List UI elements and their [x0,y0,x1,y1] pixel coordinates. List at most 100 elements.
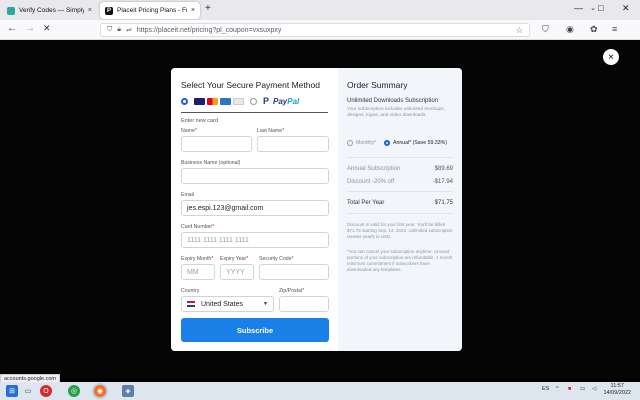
paypal-logo-icon: P [263,96,270,106]
pocket-icon[interactable]: ⛉ [542,24,549,35]
language-indicator[interactable]: ES [542,386,549,392]
country-label: Country [181,288,200,294]
tray-app-icon[interactable]: ■ [568,386,571,392]
permissions-icon[interactable]: ⇌ [126,26,132,34]
order-summary-panel: Order Summary Unlimited Downloads Subscr… [338,68,462,351]
paypal-pal: Pal [287,96,300,106]
window-close-button[interactable]: ✕ [622,3,630,14]
tab-placeit[interactable]: P Placeit Pricing Plans - Free Temp × [100,2,200,19]
total-value: $71.75 [434,200,453,206]
divider [347,213,453,214]
expiry-month-label-text: Expiry Month [181,256,212,262]
amex-icon [220,97,231,105]
card-number-label: Card Number* [181,224,214,230]
annual-subscription-row: Annual Subscription $89.69 [347,166,453,172]
tab-label: Placeit Pricing Plans - Free Temp [117,7,187,14]
chevron-down-icon: ▼ [263,301,268,307]
maximize-button[interactable]: □ [598,3,603,13]
email-input[interactable]: jes.espi.123@gmail.com [181,200,329,216]
url-bar[interactable]: ⛉ 🔒︎ ⇌ https://placeit.net/pricing?pl_co… [100,23,530,37]
visa-icon [194,97,205,105]
expiry-year-placeholder: YYYY [226,268,245,276]
annual-subscription-value: $89.69 [434,166,453,172]
divider [181,112,328,113]
expiry-year-label: Expiry Year* [220,256,248,262]
monthly-option[interactable]: Monthly* [347,140,376,146]
opera-icon[interactable]: O [40,385,52,397]
card-number-placeholder: 1111 1111 1111 1111 [187,236,249,244]
firefox-icon[interactable]: ◉ [94,385,106,397]
required-mark: * [302,288,305,294]
modal-close-button[interactable]: × [603,49,619,65]
annual-subscription-label: Annual Subscription [347,166,401,172]
card-number-label-text: Card Number [181,224,213,230]
payment-title: Select Your Secure Payment Method [181,80,320,90]
stop-loading-icon[interactable]: ✕ [43,23,51,34]
file-explorer-icon[interactable]: ▭ [22,385,34,397]
business-label: Business Name (optional) [181,160,241,166]
expiry-year-input[interactable]: YYYY [220,264,254,280]
tab-close-icon[interactable]: × [191,7,195,14]
discount-value: -$17.94 [432,179,453,185]
bookmark-star-icon[interactable]: ☆ [516,26,523,35]
menu-icon[interactable]: ≡ [612,24,617,34]
name-label: Name* [181,128,197,134]
email-value: jes.espi.123@gmail.com [187,204,264,212]
extensions-icon[interactable]: ✿ [590,24,598,35]
country-value: United States [201,300,244,308]
chrome-icon[interactable]: ◎ [68,385,80,397]
security-code-label-text: Security Code [259,256,292,262]
tab-bar: Verify Codes — SimplyCodes × P Placeit P… [0,0,640,20]
lock-icon[interactable]: 🔒︎ [117,26,121,34]
paypal-logo: PayPal [273,97,299,106]
discount-row: Discount -20% off -$17.94 [347,179,453,185]
tray-expand-icon[interactable]: ^ [556,386,559,392]
security-code-input[interactable] [259,264,329,280]
minimize-button[interactable]: — [574,3,583,13]
card-number-input[interactable]: 1111 1111 1111 1111 [181,232,329,248]
plan-description: Your subscription includes unlimited moc… [347,107,445,118]
simplycodes-favicon-icon [7,6,15,15]
payment-modal: Select Your Secure Payment Method P PayP… [171,68,462,351]
new-tab-button[interactable]: + [205,3,211,14]
monthly-radio[interactable] [347,140,353,146]
lastname-label-text: Last Name [257,128,283,134]
network-icon[interactable]: ▭ [580,386,585,392]
paypal-method-radio[interactable] [250,97,257,105]
annual-radio[interactable] [384,140,390,146]
forward-arrow-icon[interactable]: → [25,23,35,34]
back-arrow-icon[interactable]: ← [7,23,17,34]
us-flag-icon [187,301,195,307]
placeit-favicon-icon: P [105,6,113,15]
required-mark: * [282,128,285,134]
system-clock[interactable]: 11:57 14/09/2022 [603,383,631,397]
list-all-tabs-icon[interactable]: ⌄ [590,4,596,12]
shield-icon[interactable]: ⛉ [107,26,112,34]
payment-method-panel: Select Your Secure Payment Method P PayP… [171,68,338,351]
enter-new-card-label: Enter new card [181,118,218,124]
name-input[interactable] [181,136,252,152]
expiry-month-input[interactable]: MM [181,264,215,280]
divider [347,191,453,192]
monthly-label: Monthly* [356,140,377,146]
url-text[interactable]: https://placeit.net/pricing?pl_coupon=vx… [137,27,282,34]
zip-label-text: Zip/Postal [279,288,303,294]
app-icon[interactable]: ◈ [122,385,134,397]
volume-icon[interactable]: ◁ [592,386,596,392]
account-icon[interactable]: ◉ [566,24,574,35]
country-select[interactable]: United States ▼ [181,296,274,312]
annual-option[interactable]: Annual* (Save 59.33%) [384,140,447,146]
discover-icon [233,97,244,105]
status-text: accounts.google.com [4,375,56,382]
lastname-input[interactable] [257,136,329,152]
tab-simplycodes[interactable]: Verify Codes — SimplyCodes × [2,2,97,19]
required-mark: * [212,224,215,230]
email-label: Email [181,192,194,198]
card-method-radio[interactable] [181,97,188,105]
subscribe-button[interactable]: Subscribe [181,318,329,342]
cancellation-note: *You can cancel your subscription anytim… [347,249,453,272]
start-windows-icon[interactable]: ⊞ [6,385,18,397]
tab-close-icon[interactable]: × [88,7,92,14]
zip-input[interactable] [279,296,329,312]
business-input[interactable] [181,168,329,184]
